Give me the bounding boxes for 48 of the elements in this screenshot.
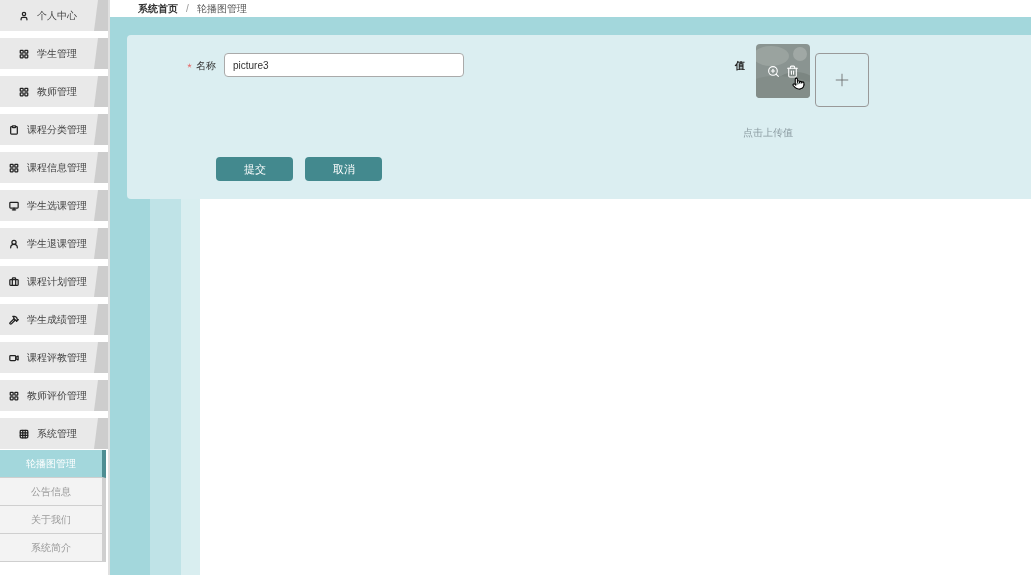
menu-item[interactable]: 学生管理 xyxy=(0,38,108,69)
menu-edge-icon xyxy=(94,228,108,259)
name-input[interactable]: picture3 xyxy=(224,53,464,77)
grid-icon xyxy=(19,48,29,59)
menu-edge-icon xyxy=(94,190,108,221)
video-icon xyxy=(9,352,19,363)
briefcase-icon xyxy=(9,276,19,287)
user-icon xyxy=(9,238,19,249)
menu-edge-icon xyxy=(94,342,108,373)
menu-item[interactable]: 课程评教管理 xyxy=(0,342,108,373)
menu-edge-icon xyxy=(94,76,108,107)
menu-item[interactable]: 课程信息管理 xyxy=(0,152,108,183)
menu-item[interactable]: 个人中心 xyxy=(0,0,108,31)
menu-edge-icon xyxy=(94,0,108,31)
menu-item[interactable]: 课程分类管理 xyxy=(0,114,108,145)
upload-button[interactable] xyxy=(815,53,869,107)
menu-edge-icon xyxy=(94,418,108,449)
menu-item[interactable]: 学生成绩管理 xyxy=(0,304,108,335)
monitor-icon xyxy=(9,200,19,211)
uploaded-image[interactable] xyxy=(756,44,810,98)
grid-icon xyxy=(19,428,29,439)
breadcrumb-current: 轮播图管理 xyxy=(196,2,247,16)
menu-item[interactable]: 系统管理 xyxy=(0,418,108,449)
menu-edge-icon xyxy=(94,152,108,183)
user-icon xyxy=(19,10,29,21)
clipboard-icon xyxy=(9,124,19,135)
grid-icon xyxy=(9,390,19,401)
menu-edge-icon xyxy=(94,380,108,411)
breadcrumb-link[interactable]: 系统首页 xyxy=(138,1,178,16)
menu-edge-icon xyxy=(94,38,108,69)
menu-item[interactable]: 课程计划管理 xyxy=(0,266,108,297)
menu-edge-icon xyxy=(94,304,108,335)
field-label: 名称 xyxy=(196,58,216,73)
zoom-in-icon[interactable] xyxy=(767,64,780,78)
menu-item[interactable]: 教师管理 xyxy=(0,76,108,107)
form-button[interactable]: 取消 xyxy=(305,157,382,181)
hand-cursor-icon xyxy=(792,77,805,90)
form-button[interactable]: 提交 xyxy=(216,157,293,181)
grid-icon xyxy=(9,162,19,173)
menu-edge-icon xyxy=(94,266,108,297)
menu-item[interactable]: 学生退课管理 xyxy=(0,228,108,259)
breadcrumb-separator: / xyxy=(186,2,189,16)
delete-icon[interactable] xyxy=(786,64,799,78)
grid-icon xyxy=(19,86,29,97)
menu-item[interactable]: 教师评价管理 xyxy=(0,380,108,411)
field-label: 值 xyxy=(735,59,745,73)
menu-item[interactable]: 学生选课管理 xyxy=(0,190,108,221)
menu-edge-icon xyxy=(94,114,108,145)
